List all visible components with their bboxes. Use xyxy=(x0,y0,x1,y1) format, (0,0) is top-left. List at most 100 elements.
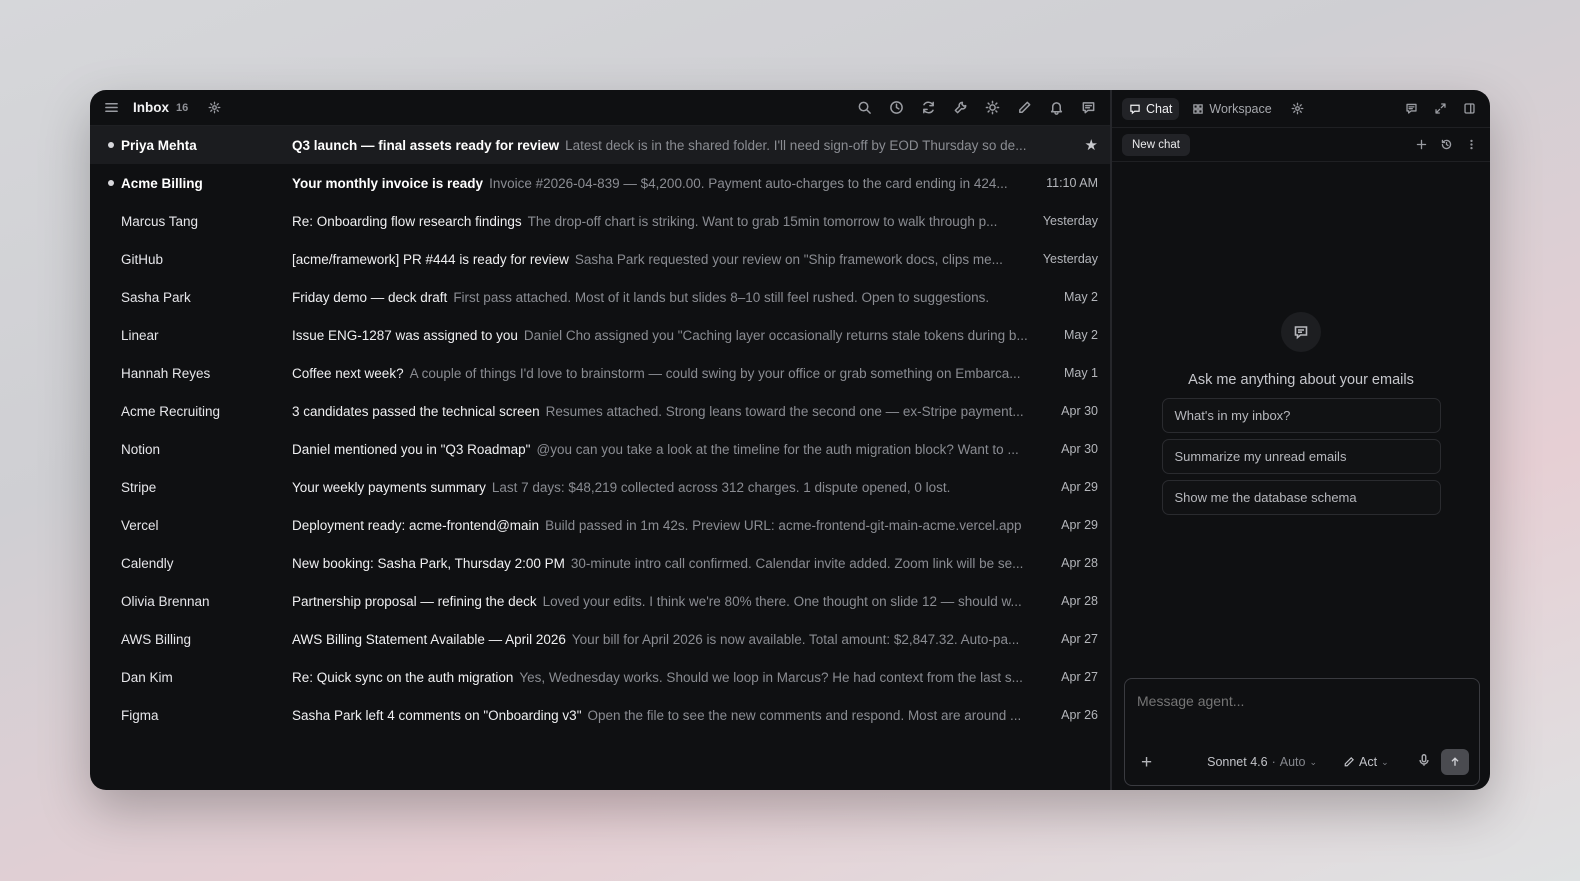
email-row[interactable]: Dan Kim Re: Quick sync on the auth migrat… xyxy=(90,658,1110,696)
email-date: Apr 29 xyxy=(1061,518,1098,532)
suggestion-summarize-unread[interactable]: Summarize my unread emails xyxy=(1161,439,1441,474)
email-content: Issue ENG-1287 was assigned to you Daniel… xyxy=(292,328,1028,343)
email-subject: [acme/framework] PR #444 is ready for re… xyxy=(292,251,569,267)
email-row[interactable]: Acme Recruiting 3 candidates passed the t… xyxy=(90,392,1110,430)
email-subject: Your monthly invoice is ready xyxy=(292,175,484,191)
email-sender: GitHub xyxy=(121,251,164,267)
email-sender: Olivia Brennan xyxy=(121,593,210,609)
history-icon[interactable] xyxy=(1440,138,1453,151)
chat-settings-icon[interactable] xyxy=(1291,102,1304,115)
chat-toggle-icon[interactable] xyxy=(1081,100,1096,115)
email-row[interactable]: AWS Billing AWS Billing Statement Availab… xyxy=(90,620,1110,658)
suggestion-database-schema[interactable]: Show me the database schema xyxy=(1161,480,1441,515)
email-row[interactable]: Olivia Brennan Partnership proposal — ref… xyxy=(90,582,1110,620)
email-sender: Calendly xyxy=(121,555,174,571)
email-row[interactable]: Priya Mehta Q3 launch — final assets read… xyxy=(90,126,1110,164)
chevron-down-icon: ⌄ xyxy=(1381,756,1389,767)
email-sender: Hannah Reyes xyxy=(121,365,211,381)
star-icon[interactable]: ★ xyxy=(1038,136,1098,154)
comment-icon[interactable] xyxy=(1405,102,1418,115)
tab-chat[interactable]: Chat xyxy=(1122,97,1180,120)
email-subject: Friday demo — deck draft xyxy=(292,289,448,305)
arrow-up-icon xyxy=(1451,757,1459,766)
action-mode-selector[interactable]: Act ⌄ xyxy=(1343,755,1389,769)
sun-icon[interactable] xyxy=(985,100,1000,115)
empty-state-title: Ask me anything about your emails xyxy=(1188,372,1414,388)
suggestion-inbox[interactable]: What's in my inbox? xyxy=(1161,398,1441,433)
email-preview: Open the file to see the new comments an… xyxy=(587,707,1022,723)
email-date: May 2 xyxy=(1063,290,1098,304)
email-row[interactable]: GitHub [acme/framework] PR #444 is ready … xyxy=(90,240,1110,278)
tab-workspace-label: Workspace xyxy=(1209,101,1272,116)
email-row[interactable]: Sasha Park Friday demo — deck draft First … xyxy=(90,278,1110,316)
email-date: Apr 27 xyxy=(1061,632,1098,646)
pencil-icon[interactable] xyxy=(1017,100,1032,115)
email-row[interactable]: Linear Issue ENG-1287 was assigned to you… xyxy=(90,316,1110,354)
suggestion-list: What's in my inbox? Summarize my unread … xyxy=(1161,398,1441,515)
email-row[interactable]: Figma Sasha Park left 4 comments on "Onbo… xyxy=(90,696,1110,734)
settings-icon[interactable] xyxy=(208,101,221,114)
email-row[interactable]: Vercel Deployment ready: acme-frontend@ma… xyxy=(90,506,1110,544)
email-subject: Deployment ready: acme-frontend@main xyxy=(292,517,540,533)
inbox-title: Inbox 16 xyxy=(133,100,188,115)
email-subject: AWS Billing Statement Available — April … xyxy=(292,631,566,647)
email-row[interactable]: Acme Billing Your monthly invoice is read… xyxy=(90,164,1110,202)
email-date: Apr 28 xyxy=(1061,556,1098,570)
email-content: Partnership proposal — refining the deck… xyxy=(292,594,1028,609)
email-sender: Priya Mehta xyxy=(121,137,197,153)
inbox-pane: Inbox 16 Priya Mehta Q3 launch — final a… xyxy=(90,90,1110,790)
email-row[interactable]: Calendly New booking: Sasha Park, Thursda… xyxy=(90,544,1110,582)
microphone-icon[interactable] xyxy=(1417,753,1431,772)
email-row[interactable]: Stripe Your weekly payments summary Last 7… xyxy=(90,468,1110,506)
chat-header: Chat Workspace xyxy=(1112,90,1490,128)
tab-workspace[interactable]: Workspace xyxy=(1185,98,1278,120)
plus-icon[interactable] xyxy=(1415,138,1428,151)
email-content: Daniel mentioned you in "Q3 Roadmap" @you… xyxy=(292,442,1028,457)
email-date: May 1 xyxy=(1063,366,1098,380)
model-selector[interactable]: Sonnet 4.6 · Auto ⌄ xyxy=(1207,755,1317,769)
app-window: Inbox 16 Priya Mehta Q3 launch — final a… xyxy=(90,90,1490,790)
email-content: Friday demo — deck draft First pass attac… xyxy=(292,290,1028,305)
send-button[interactable] xyxy=(1441,749,1469,775)
email-row[interactable]: Notion Daniel mentioned you in "Q3 Roadma… xyxy=(90,430,1110,468)
email-row[interactable]: Marcus Tang Re: Onboarding flow research … xyxy=(90,202,1110,240)
email-preview: @you can you take a look at the timeline… xyxy=(536,441,1019,457)
action-mode-label: Act xyxy=(1359,755,1378,769)
search-icon[interactable] xyxy=(857,100,872,115)
email-subject: New booking: Sasha Park, Thursday 2:00 P… xyxy=(292,555,565,571)
message-composer: + Sonnet 4.6 · Auto ⌄ Act ⌄ xyxy=(1124,678,1480,786)
email-subject: Partnership proposal — refining the deck xyxy=(292,593,537,609)
email-date: Apr 26 xyxy=(1061,708,1098,722)
email-subject: Sasha Park left 4 comments on "Onboardin… xyxy=(292,707,582,723)
email-content: Your weekly payments summary Last 7 days:… xyxy=(292,480,1028,495)
email-content: Your monthly invoice is ready Invoice #20… xyxy=(292,176,1028,191)
email-subject: Re: Onboarding flow research findings xyxy=(292,213,522,229)
email-content: Re: Quick sync on the auth migration Yes,… xyxy=(292,670,1028,685)
email-row[interactable]: Hannah Reyes Coffee next week? A couple of… xyxy=(90,354,1110,392)
more-vertical-icon[interactable] xyxy=(1465,138,1478,151)
email-subject: Re: Quick sync on the auth migration xyxy=(292,669,514,685)
email-preview: Yes, Wednesday works. Should we loop in … xyxy=(519,669,1023,685)
email-content: Q3 launch — final assets ready for revie… xyxy=(292,138,1028,153)
sidebar-panel-icon[interactable] xyxy=(1463,102,1476,115)
email-date: Yesterday xyxy=(1042,214,1098,228)
message-input[interactable] xyxy=(1137,693,1457,709)
clock-icon[interactable] xyxy=(889,100,904,115)
email-preview: First pass attached. Most of it lands bu… xyxy=(453,289,990,305)
email-content: Sasha Park left 4 comments on "Onboardin… xyxy=(292,708,1028,723)
attach-plus-icon[interactable]: + xyxy=(1141,753,1152,772)
expand-icon[interactable] xyxy=(1434,102,1447,115)
email-preview: A couple of things I'd love to brainstor… xyxy=(409,365,1021,381)
unread-dot-icon xyxy=(108,180,114,186)
email-subject: Daniel mentioned you in "Q3 Roadmap" xyxy=(292,441,531,457)
email-sender: AWS Billing xyxy=(121,631,192,647)
bell-icon[interactable] xyxy=(1049,100,1064,115)
refresh-icon[interactable] xyxy=(921,100,936,115)
tab-chat-label: Chat xyxy=(1146,101,1173,116)
email-content: AWS Billing Statement Available — April … xyxy=(292,632,1028,647)
email-preview: Last 7 days: $48,219 collected across 31… xyxy=(491,479,951,495)
email-subject: 3 candidates passed the technical screen xyxy=(292,403,540,419)
new-chat-tab[interactable]: New chat xyxy=(1122,133,1190,156)
wrench-icon[interactable] xyxy=(953,100,968,115)
menu-icon[interactable] xyxy=(104,100,119,115)
